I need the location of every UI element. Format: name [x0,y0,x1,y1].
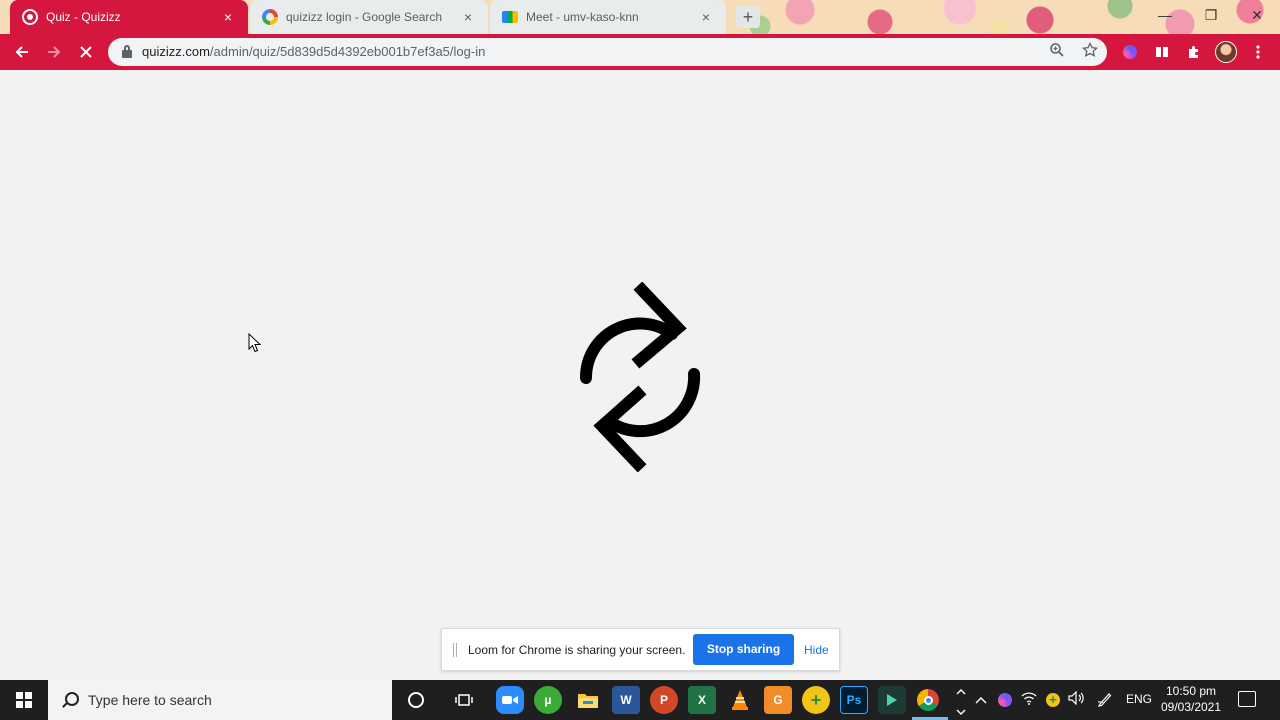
start-button[interactable] [0,680,48,720]
loom-tray-icon[interactable] [996,691,1014,709]
mouse-cursor-icon [248,333,262,353]
menu-kebab-icon[interactable] [1248,42,1268,62]
file-explorer-icon[interactable] [574,686,602,714]
minimize-button[interactable]: — [1142,0,1188,30]
address-bar[interactable]: quizizz.com/admin/quiz/5d839d5d4392eb001… [108,38,1107,66]
google-icon [262,9,278,25]
foxit-pdf-icon[interactable]: G [764,686,792,714]
close-tab-icon[interactable]: × [698,9,714,25]
plus-tray-icon[interactable]: + [1044,691,1062,709]
vlc-icon[interactable] [726,686,754,714]
url-host: quizizz.com [142,44,210,59]
search-placeholder: Type here to search [88,692,212,708]
restore-button[interactable]: ❐ [1188,0,1234,30]
back-arrow-icon [15,46,28,58]
sharing-message: Loom for Chrome is sharing your screen. [468,643,686,657]
bookmark-star-icon[interactable] [1080,41,1100,62]
photoshop-icon[interactable]: Ps [840,686,868,714]
new-tab-button[interactable]: + [736,6,760,28]
taskbar-clock[interactable]: 10:50 pm 09/03/2021 [1156,683,1226,715]
tab-title: Meet - umv-kaso-knn [526,10,639,24]
extensions-puzzle-icon[interactable] [1184,42,1204,62]
close-tab-icon[interactable]: × [460,9,476,25]
profile-avatar[interactable] [1215,41,1237,63]
plus-app-icon[interactable]: + [802,686,830,714]
filmora-icon[interactable] [878,686,906,714]
powerpoint-icon[interactable]: P [650,686,678,714]
tab-google-meet[interactable]: Meet - umv-kaso-knn × [490,0,726,34]
tab-title: Quiz - Quizizz [46,10,121,24]
reading-list-icon[interactable] [1152,42,1172,62]
forward-arrow-icon [48,46,61,58]
tab-title: quizizz login - Google Search [286,10,443,24]
screen-sharing-banner: Loom for Chrome is sharing your screen. … [441,628,840,671]
zoom-app-icon[interactable] [496,686,524,714]
forward-button[interactable] [40,38,68,66]
loom-extension-icon[interactable] [1120,42,1140,62]
google-meet-icon [502,11,518,23]
excel-icon[interactable]: X [688,686,716,714]
pen-ink-icon[interactable] [1096,691,1114,709]
cortana-icon[interactable] [402,686,430,714]
language-indicator[interactable]: ENG [1126,692,1152,706]
tab-quizizz[interactable]: Quiz - Quizizz × [10,0,248,34]
search-icon [62,692,79,708]
notification-center-icon[interactable] [1238,691,1256,707]
quizizz-icon [22,9,38,25]
close-window-button[interactable]: ✕ [1234,0,1280,30]
back-button[interactable] [8,38,36,66]
lock-icon [122,45,132,58]
scroll-down-icon[interactable] [952,702,970,720]
chrome-icon[interactable] [914,686,942,714]
taskbar-search-box[interactable]: Type here to search [48,680,392,720]
url-path: /admin/quiz/5d839d5d4392eb001b7ef3a5/log… [209,44,486,59]
utorrent-icon[interactable]: µ [534,686,562,714]
stop-loading-button[interactable] [72,38,100,66]
clock-time: 10:50 pm [1165,684,1217,698]
loading-refresh-icon [579,282,701,472]
show-hidden-icons-chevron-icon[interactable] [972,691,990,709]
speaker-icon[interactable] [1068,690,1086,709]
url-text[interactable]: quizizz.com/admin/quiz/5d839d5d4392eb001… [142,44,485,59]
scroll-up-icon[interactable] [952,682,970,700]
zoom-icon[interactable] [1047,42,1067,62]
word-icon[interactable]: W [612,686,640,714]
tab-strip: Quiz - Quizizz × quizizz login - Google … [0,0,1280,34]
clock-date: 09/03/2021 [1160,700,1222,714]
task-view-icon[interactable] [450,686,478,714]
wifi-icon[interactable] [1020,691,1038,709]
tab-google-search[interactable]: quizizz login - Google Search × [250,0,488,34]
stop-sharing-button[interactable]: Stop sharing [693,634,794,665]
close-tab-icon[interactable]: × [220,9,236,25]
windows-taskbar: Type here to search µ W P X G + Ps + ENG… [0,680,1280,720]
hide-banner-button[interactable]: Hide [804,643,829,657]
windows-logo-icon [16,692,32,708]
close-icon [80,46,92,58]
drag-handle-icon[interactable] [453,643,457,657]
